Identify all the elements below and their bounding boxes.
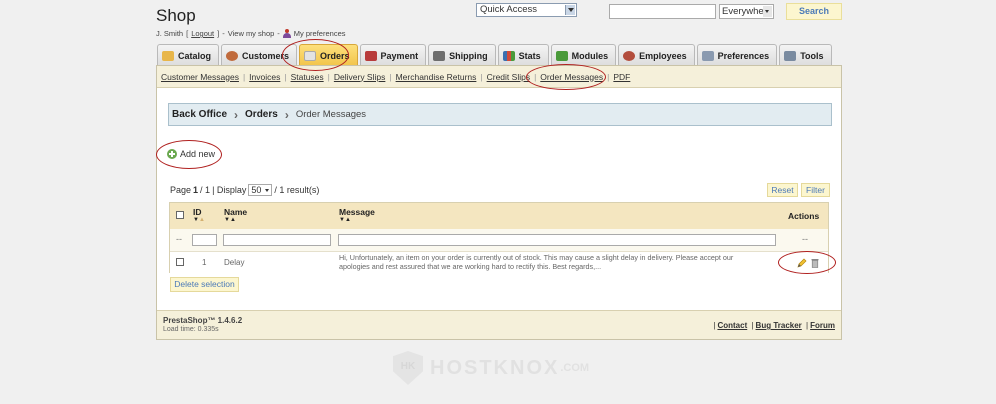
bug-tracker-link[interactable]: Bug Tracker xyxy=(756,321,802,330)
footer: PrestaShop™ 1.4.6.2 Load time: 0.335s | C… xyxy=(157,310,841,339)
column-id: ID xyxy=(193,207,202,217)
filter-row: -- -- xyxy=(170,229,828,252)
sort-message-icon[interactable]: ▼▲ xyxy=(339,217,351,223)
row-checkbox[interactable] xyxy=(176,258,184,266)
footer-links: | Contact | Bug Tracker | Forum xyxy=(713,321,835,330)
edit-icon[interactable] xyxy=(797,258,807,268)
tab-catalog[interactable]: Catalog xyxy=(157,44,220,66)
user-preferences-icon xyxy=(282,29,291,38)
shipping-icon xyxy=(433,50,446,61)
breadcrumb-orders[interactable]: Orders xyxy=(245,109,278,120)
my-preferences-link[interactable]: My preferences xyxy=(294,29,346,38)
column-message: Message xyxy=(339,207,375,217)
subnav-merchandise-returns[interactable]: Merchandise Returns xyxy=(396,72,477,82)
tab-employees[interactable]: Employees xyxy=(618,44,695,66)
delete-icon[interactable] xyxy=(811,258,819,268)
subnav-customer-messages[interactable]: Customer Messages xyxy=(161,72,239,82)
search-scope-select[interactable]: Everywhere xyxy=(719,4,774,19)
subnav-credit-slips[interactable]: Credit Slips xyxy=(487,72,530,82)
hostknox-logo-icon xyxy=(393,351,423,385)
search-input[interactable] xyxy=(609,4,716,19)
chevron-right-icon: › xyxy=(284,107,289,122)
quick-access-select[interactable]: Quick Access xyxy=(476,3,577,17)
breadcrumb: Back Office › Orders › Order Messages xyxy=(168,103,832,126)
add-icon xyxy=(167,149,177,159)
stats-icon xyxy=(502,50,515,61)
sort-id-icon[interactable]: ▼▲ xyxy=(193,217,205,223)
order-messages-table: ID ▼▲ Name ▼▲ Message ▼▲ Actions -- -- 1… xyxy=(169,202,829,273)
subnav-invoices[interactable]: Invoices xyxy=(249,72,280,82)
column-name: Name xyxy=(224,207,248,217)
shop-title: Shop xyxy=(156,6,196,25)
user-line: J. Smith [Logout] - View my shop - My pr… xyxy=(156,29,346,38)
tab-tools[interactable]: Tools xyxy=(779,44,832,66)
select-all-checkbox[interactable] xyxy=(176,211,184,219)
breadcrumb-current: Order Messages xyxy=(295,109,367,120)
breadcrumb-back-office[interactable]: Back Office xyxy=(172,109,227,120)
subnav-statuses[interactable]: Statuses xyxy=(291,72,324,82)
user-name: J. Smith xyxy=(156,29,184,38)
version-label: PrestaShop™ 1.4.6.2 xyxy=(163,316,243,325)
subnav-order-messages[interactable]: Order Messages xyxy=(540,72,603,82)
table-header: ID ▼▲ Name ▼▲ Message ▼▲ Actions xyxy=(170,203,828,229)
pagination: Page 1 / 1 | Display 50 / 1 result(s) xyxy=(170,184,320,196)
sub-navigation: Customer Messages | Invoices | Statuses | D… xyxy=(157,66,841,88)
logout-link[interactable]: Logout xyxy=(191,29,214,38)
employees-icon xyxy=(623,50,636,61)
search-button[interactable]: Search xyxy=(786,3,842,20)
tab-shipping[interactable]: Shipping xyxy=(428,44,496,66)
tools-icon xyxy=(784,50,797,61)
reset-button[interactable]: Reset xyxy=(767,183,798,197)
customers-icon xyxy=(226,50,239,61)
sort-name-icon[interactable]: ▼▲ xyxy=(224,217,236,223)
filter-button[interactable]: Filter xyxy=(801,183,830,197)
subnav-pdf[interactable]: PDF xyxy=(613,72,630,82)
row-message: Hi, Unfortunately, an item on your order… xyxy=(339,253,734,271)
filter-message-input[interactable] xyxy=(338,234,776,246)
delete-selection-button[interactable]: Delete selection xyxy=(170,277,239,292)
tab-customers[interactable]: Customers xyxy=(221,44,298,66)
watermark: HOSTKNOX .COM xyxy=(393,351,589,385)
row-id: 1 xyxy=(202,258,207,267)
subnav-delivery-slips[interactable]: Delivery Slips xyxy=(334,72,386,82)
load-time: Load time: 0.335s xyxy=(163,326,219,333)
view-my-shop-link[interactable]: View my shop xyxy=(228,29,275,38)
add-new-button[interactable]: Add new xyxy=(167,149,215,159)
filter-name-input[interactable] xyxy=(223,234,331,246)
filter-id-input[interactable] xyxy=(192,234,217,246)
row-name: Delay xyxy=(224,258,245,267)
chevron-down-icon xyxy=(565,5,575,15)
current-page: 1 xyxy=(193,185,199,195)
payment-icon xyxy=(364,50,377,61)
column-actions: Actions xyxy=(788,211,820,221)
chevron-right-icon: › xyxy=(234,107,239,122)
tab-orders[interactable]: Orders xyxy=(299,44,358,66)
preferences-icon xyxy=(701,50,714,61)
main-tabs: Catalog Customers Orders Payment Shippin… xyxy=(157,44,834,66)
tab-stats[interactable]: Stats xyxy=(497,44,549,66)
tab-preferences[interactable]: Preferences xyxy=(696,44,778,66)
chevron-down-icon xyxy=(763,6,772,17)
tab-modules[interactable]: Modules xyxy=(550,44,617,66)
contact-link[interactable]: Contact xyxy=(717,321,747,330)
per-page-select[interactable]: 50 xyxy=(248,184,273,196)
modules-icon xyxy=(555,50,568,61)
table-row: 1 Delay Hi, Unfortunately, an item on yo… xyxy=(170,253,828,273)
orders-icon xyxy=(304,50,317,61)
tab-payment[interactable]: Payment xyxy=(359,44,427,66)
catalog-icon xyxy=(162,50,174,61)
forum-link[interactable]: Forum xyxy=(810,321,835,330)
